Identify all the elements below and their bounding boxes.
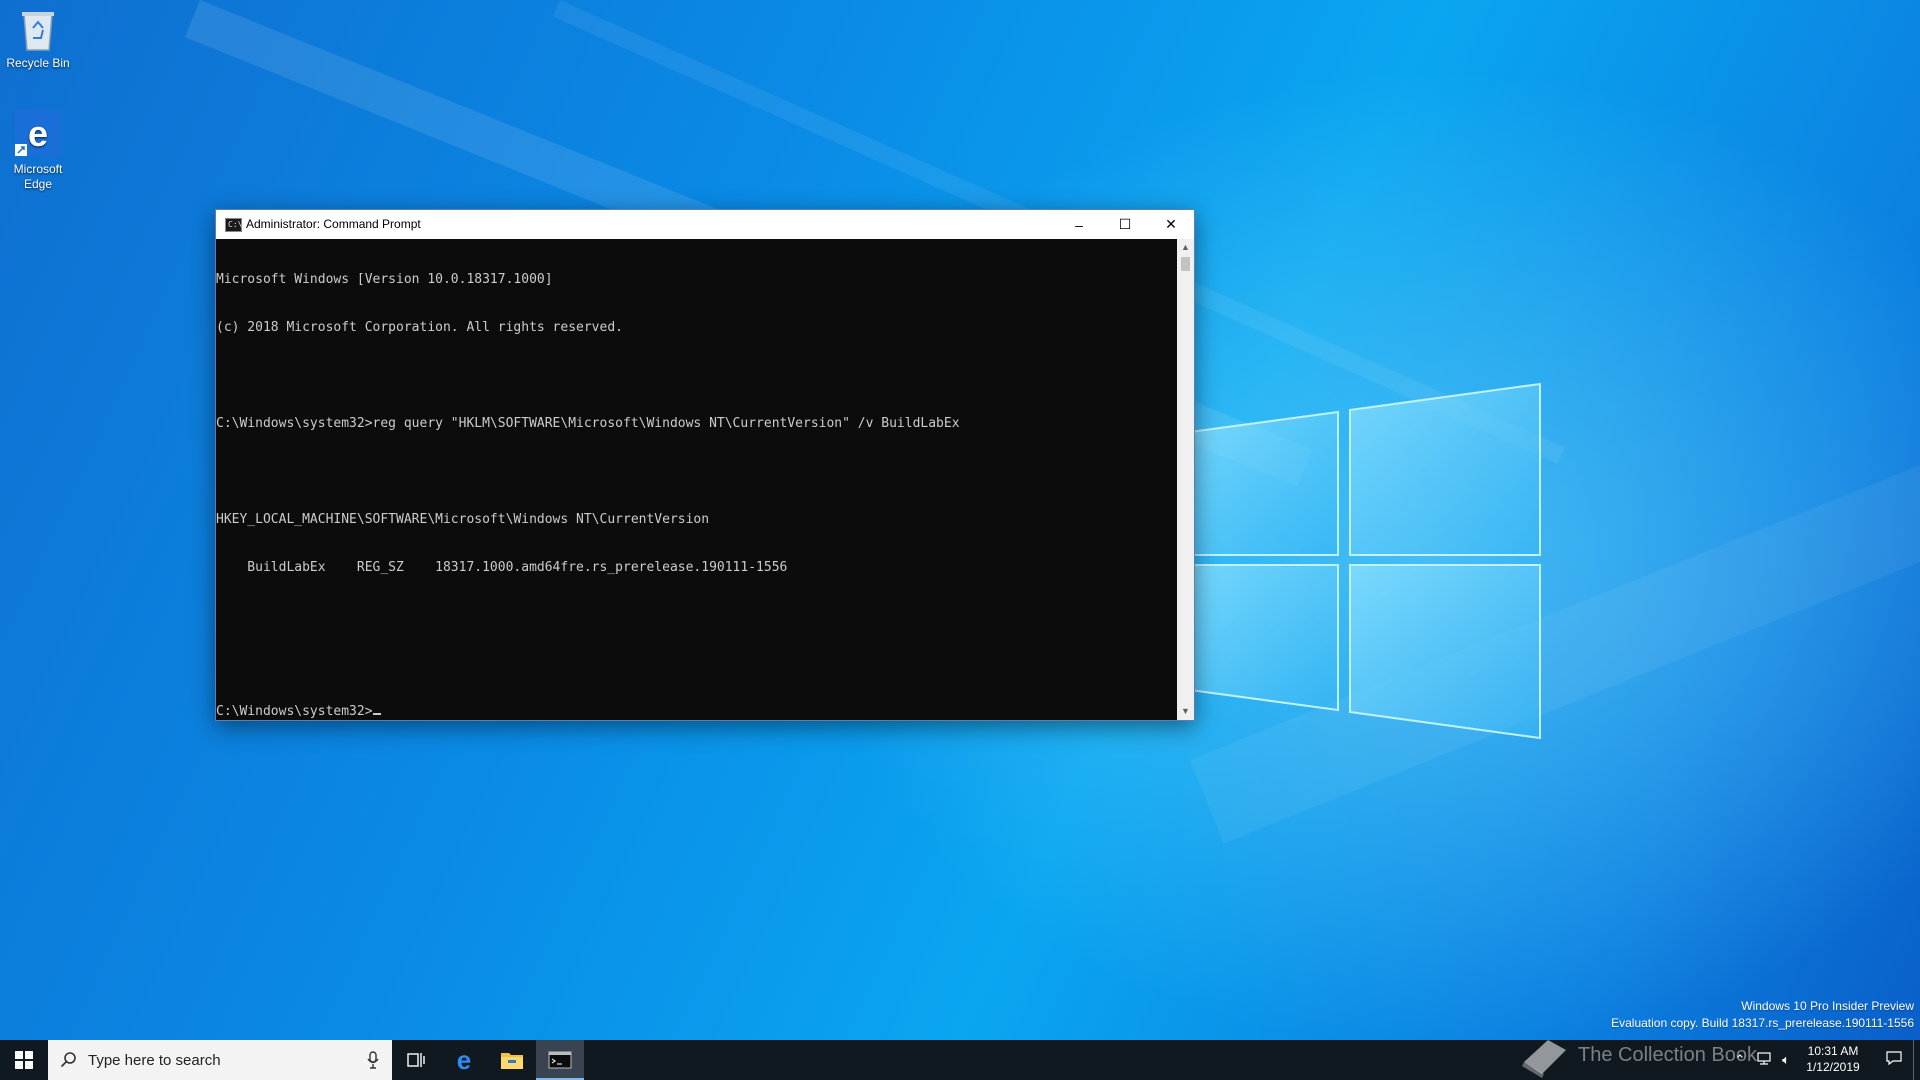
console-output[interactable]: Microsoft Windows [Version 10.0.18317.10… (216, 239, 1177, 720)
scroll-up-arrow-icon[interactable]: ▲ (1177, 239, 1194, 256)
command-prompt-icon: C:\ (225, 218, 242, 232)
microphone-icon[interactable] (366, 1051, 380, 1069)
prompt-line[interactable]: C:\Windows\system32> (216, 704, 1177, 720)
taskbar-search-box[interactable]: Type here to search (48, 1040, 392, 1080)
text-cursor (372, 713, 381, 715)
prompt-text: C:\Windows\system32> (216, 704, 373, 719)
command-prompt-window[interactable]: C:\ Administrator: Command Prompt – ☐ ✕ … (215, 209, 1195, 721)
window-titlebar[interactable]: C:\ Administrator: Command Prompt – ☐ ✕ (216, 210, 1194, 239)
console-line: (c) 2018 Microsoft Corporation. All righ… (216, 320, 623, 335)
action-center-icon[interactable] (1884, 1050, 1904, 1070)
edge-icon: e (15, 110, 61, 156)
search-icon (60, 1052, 76, 1068)
scrollbar-thumb[interactable] (1181, 257, 1190, 271)
vertical-scrollbar[interactable]: ▲ ▼ (1177, 239, 1194, 720)
clock-time: 10:31 AM (1807, 1044, 1859, 1058)
desktop-icon-microsoft-edge[interactable]: e Microsoft Edge (0, 108, 76, 192)
recycle-bin-icon (22, 12, 54, 51)
taskbar: Type here to search e The Collection Boo… (0, 1040, 1920, 1080)
clock[interactable]: 10:31 AM 1/12/2019 (1798, 1043, 1868, 1075)
watermark-build: Evaluation copy. Build 18317.rs_prerelea… (1611, 1016, 1914, 1030)
notification-icon (1886, 1051, 1902, 1066)
taskbar-command-prompt-button[interactable] (536, 1040, 584, 1080)
svg-text:e: e (457, 1048, 471, 1072)
task-view-button[interactable] (392, 1040, 440, 1080)
file-explorer-icon (501, 1053, 523, 1069)
maximize-icon: ☐ (1118, 216, 1132, 232)
close-icon: ✕ (1165, 216, 1177, 232)
window-title: Administrator: Command Prompt (246, 217, 421, 231)
search-placeholder: Type here to search (88, 1052, 221, 1069)
scroll-down-arrow-icon[interactable]: ▼ (1177, 703, 1194, 720)
watermark-edition: Windows 10 Pro Insider Preview (1741, 999, 1914, 1013)
clock-date: 1/12/2019 (1806, 1060, 1860, 1074)
minimize-button[interactable]: – (1056, 210, 1102, 239)
start-button[interactable] (0, 1040, 48, 1080)
desktop: Recycle Bin e Microsoft Edge C:\ Adminis… (0, 0, 1920, 1040)
system-tray: The Collection Book ⌃ 🔈︎ 10:31 AM 1/12/2… (1500, 1040, 1920, 1080)
close-button[interactable]: ✕ (1148, 210, 1194, 239)
taskbar-file-explorer-button[interactable] (488, 1040, 536, 1080)
console-line: Microsoft Windows [Version 10.0.18317.10… (216, 272, 553, 287)
chevron-up-icon[interactable]: ⌃ (1730, 1050, 1750, 1070)
desktop-icon-label: Recycle Bin (6, 56, 70, 70)
taskbar-edge-button[interactable]: e (440, 1040, 488, 1080)
volume-icon[interactable]: 🔈︎ (1776, 1050, 1796, 1070)
console-line: C:\Windows\system32>reg query "HKLM\SOFT… (216, 416, 960, 431)
book-icon (1522, 1040, 1566, 1078)
console-line: HKEY_LOCAL_MACHINE\SOFTWARE\Microsoft\Wi… (216, 512, 710, 527)
minimize-icon: – (1075, 216, 1083, 233)
edge-icon: e (457, 1048, 471, 1072)
windows-start-icon (15, 1051, 33, 1069)
task-view-icon (407, 1053, 425, 1067)
network-icon-glyph (1757, 1052, 1771, 1065)
evaluation-watermark: Windows 10 Pro Insider Preview Evaluatio… (1611, 998, 1914, 1032)
windows-logo-wallpaper (1190, 382, 1541, 740)
show-desktop-button[interactable] (1913, 1040, 1920, 1080)
svg-text:e: e (28, 113, 48, 154)
maximize-button[interactable]: ☐ (1102, 210, 1148, 239)
desktop-icon-recycle-bin[interactable]: Recycle Bin (0, 8, 76, 71)
console-line: BuildLabEx REG_SZ 18317.1000.amd64fre.rs… (216, 560, 788, 575)
desktop-icon-label: Microsoft Edge (13, 162, 63, 191)
network-icon[interactable] (1754, 1050, 1774, 1070)
command-prompt-icon (548, 1051, 572, 1069)
